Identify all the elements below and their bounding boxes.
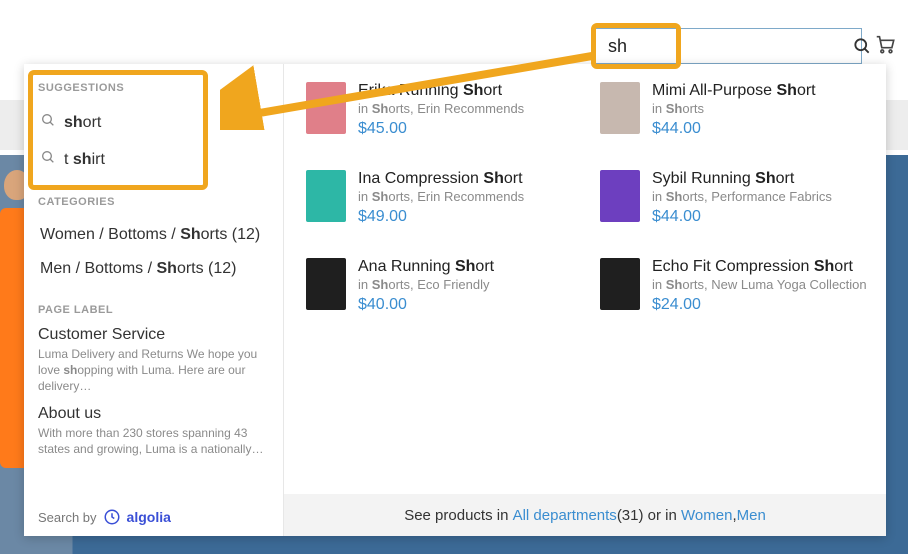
product-thumb xyxy=(306,82,346,134)
product-thumb xyxy=(600,82,640,134)
page-about-us[interactable]: About us With more than 230 stores spann… xyxy=(38,405,269,457)
product-name: Sybil Running Short xyxy=(652,170,832,188)
link-all-departments[interactable]: All departments xyxy=(513,507,617,524)
suggestion-item-t-shirt[interactable]: t shirt xyxy=(38,141,269,178)
product-price: $44.00 xyxy=(652,208,832,226)
product-name: Ina Compression Short xyxy=(358,170,524,188)
search-by-label: Search by xyxy=(38,510,97,525)
link-men[interactable]: Men xyxy=(737,507,766,524)
product-price: $45.00 xyxy=(358,120,524,138)
product-name: Erika Running Short xyxy=(358,82,524,100)
search-by-algolia[interactable]: Search by algolia xyxy=(38,508,269,526)
suggestion-label: t shirt xyxy=(64,151,105,169)
product-price: $44.00 xyxy=(652,120,816,138)
product-category: in Shorts, Erin Recommends xyxy=(358,101,524,116)
suggestion-item-short[interactable]: short xyxy=(38,104,269,141)
page-title: Customer Service xyxy=(38,326,269,344)
page-customer-service[interactable]: Customer Service Luma Delivery and Retur… xyxy=(38,326,269,395)
product-thumb xyxy=(600,258,640,310)
product-price: $24.00 xyxy=(652,296,867,314)
suggestion-label: short xyxy=(64,114,101,132)
autocomplete-results: Erika Running Short in Shorts, Erin Reco… xyxy=(284,64,886,536)
product-thumb xyxy=(306,258,346,310)
product-result[interactable]: Ina Compression Short in Shorts, Erin Re… xyxy=(306,170,582,258)
page-label-heading: PAGE LABEL xyxy=(38,304,269,316)
product-result[interactable]: Mimi All-Purpose Short in Shorts $44.00 xyxy=(600,82,876,170)
product-name: Ana Running Short xyxy=(358,258,494,276)
cart-icon[interactable] xyxy=(874,33,896,60)
category-women-shorts[interactable]: Women / Bottoms / Shorts (12) xyxy=(38,218,269,252)
product-category: in Shorts, Performance Fabrics xyxy=(652,189,832,204)
product-name: Mimi All-Purpose Short xyxy=(652,82,816,100)
search-icon xyxy=(40,112,56,133)
product-name: Echo Fit Compression Short xyxy=(652,258,867,276)
product-price: $40.00 xyxy=(358,296,494,314)
search-bar[interactable] xyxy=(595,28,862,64)
product-price: $49.00 xyxy=(358,208,524,226)
page-title: About us xyxy=(38,405,269,423)
product-thumb xyxy=(306,170,346,222)
product-result[interactable]: Erika Running Short in Shorts, Erin Reco… xyxy=(306,82,582,170)
product-result[interactable]: Sybil Running Short in Shorts, Performan… xyxy=(600,170,876,258)
product-category: in Shorts, New Luma Yoga Collection xyxy=(652,277,867,292)
page-snippet: With more than 230 stores spanning 43 st… xyxy=(38,425,269,457)
page-snippet: Luma Delivery and Returns We hope you lo… xyxy=(38,346,269,395)
product-category: in Shorts, Eco Friendly xyxy=(358,277,494,292)
algolia-icon xyxy=(103,508,121,526)
algolia-brand: algolia xyxy=(127,509,171,525)
autocomplete-panel: SUGGESTIONS short t shirt CATEGORIES Wom… xyxy=(24,64,886,536)
categories-heading: CATEGORIES xyxy=(38,196,269,208)
autocomplete-sidebar: SUGGESTIONS short t shirt CATEGORIES Wom… xyxy=(24,64,284,536)
search-input[interactable] xyxy=(596,32,852,61)
link-women[interactable]: Women xyxy=(681,507,732,524)
search-icon xyxy=(40,149,56,170)
product-category: in Shorts xyxy=(652,101,816,116)
product-category: in Shorts, Erin Recommends xyxy=(358,189,524,204)
category-men-shorts[interactable]: Men / Bottoms / Shorts (12) xyxy=(38,252,269,286)
product-thumb xyxy=(600,170,640,222)
product-result[interactable]: Ana Running Short in Shorts, Eco Friendl… xyxy=(306,258,582,346)
search-icon[interactable] xyxy=(852,36,872,56)
product-grid: Erika Running Short in Shorts, Erin Reco… xyxy=(284,64,886,494)
results-footer: See products in All departments (31) or … xyxy=(284,494,886,536)
suggestions-heading: SUGGESTIONS xyxy=(38,82,269,94)
product-result[interactable]: Echo Fit Compression Short in Shorts, Ne… xyxy=(600,258,876,346)
